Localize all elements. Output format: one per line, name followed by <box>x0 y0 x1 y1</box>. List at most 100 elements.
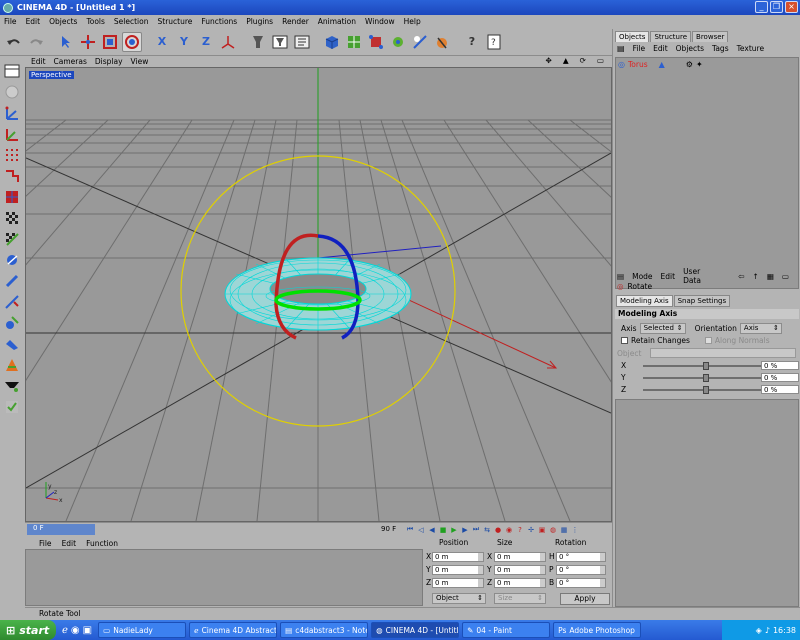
viewport-menu-view[interactable]: View <box>131 57 149 66</box>
select-arrow-icon[interactable] <box>56 32 76 52</box>
size-mode-dropdown[interactable]: Size ⇕ <box>494 593 546 604</box>
maximize-icon[interactable]: ▭ <box>597 56 604 65</box>
tab-snap-settings[interactable]: Snap Settings <box>673 295 731 307</box>
om-menu-texture[interactable]: Texture <box>737 44 764 53</box>
slider-z-knob[interactable] <box>703 386 709 394</box>
array-icon[interactable] <box>366 32 386 52</box>
media-player-icon[interactable]: ◉ <box>71 625 80 636</box>
redo-icon[interactable] <box>26 32 46 52</box>
size-x-field[interactable]: 0 m <box>494 552 546 562</box>
rotate-icon[interactable] <box>122 31 142 52</box>
slider-y-knob[interactable] <box>703 374 709 382</box>
bone-tool-icon[interactable] <box>2 292 22 312</box>
am-menu-userdata[interactable]: User Data <box>683 267 720 285</box>
menu-functions[interactable]: Functions <box>201 17 237 26</box>
viewport-menu-display[interactable]: Display <box>95 57 123 66</box>
rotation-p-field[interactable]: 0 ° <box>556 565 606 575</box>
viewport-perspective[interactable]: y x z Perspective <box>25 67 612 522</box>
polygon-pen-icon[interactable] <box>2 355 22 375</box>
deformer-icon[interactable] <box>432 32 452 52</box>
render-view-icon[interactable] <box>248 32 268 52</box>
up-arrow-icon[interactable]: ↑ <box>753 272 759 281</box>
light-icon[interactable] <box>410 32 430 52</box>
texture-axis-tool-icon[interactable] <box>2 208 22 228</box>
menu-objects[interactable]: Objects <box>49 17 77 26</box>
menu-tools[interactable]: Tools <box>86 17 104 26</box>
previous-frame-icon[interactable]: ◀ <box>427 524 437 535</box>
rotate-view-icon[interactable]: ⟳ <box>580 56 586 65</box>
om-menu-tags[interactable]: Tags <box>712 44 729 53</box>
move-icon[interactable] <box>78 32 98 52</box>
task-button[interactable]: ▤c4dabstract3 - Note... <box>280 622 369 638</box>
render-picture-viewer-icon[interactable] <box>270 32 290 52</box>
object-list[interactable]: ◎ Torus ▲ ⚙ ✦ <box>615 57 799 289</box>
slider-x-field[interactable]: 0 % <box>761 361 799 370</box>
render-settings-icon[interactable] <box>292 32 312 52</box>
apply-button[interactable]: Apply <box>560 593 610 605</box>
slider-x-knob[interactable] <box>703 362 709 370</box>
om-menu-objects[interactable]: Objects <box>676 44 704 53</box>
menu-plugins[interactable]: Plugins <box>246 17 273 26</box>
rotation-b-field[interactable]: 0 ° <box>556 578 606 588</box>
rotation-key-icon[interactable]: ◍ <box>548 524 558 535</box>
list-item[interactable]: ◎ Torus ▲ ⚙ ✦ <box>618 60 703 69</box>
coord-mode-dropdown[interactable]: Object ⇕ <box>432 593 486 604</box>
x-axis-icon[interactable]: X <box>152 32 172 52</box>
volume-icon[interactable]: ♪ <box>765 626 770 635</box>
menu-structure[interactable]: Structure <box>158 17 193 26</box>
subdivision-icon[interactable] <box>344 32 364 52</box>
loop-icon[interactable]: ⇆ <box>482 524 492 535</box>
next-frame-icon[interactable]: ▶ <box>460 524 470 535</box>
network-icon[interactable]: ◈ <box>756 626 762 635</box>
clock[interactable]: 16:38 <box>773 626 796 635</box>
tab-objects[interactable]: Objects <box>615 31 650 42</box>
point-level-icon[interactable]: ⋮ <box>570 524 580 535</box>
texture-tag-icon[interactable]: ⚙ <box>686 60 693 69</box>
viewport-menu-edit[interactable]: Edit <box>31 57 46 66</box>
along-normals-checkbox[interactable] <box>704 337 712 344</box>
make-editable-icon[interactable] <box>2 82 22 102</box>
menu-window[interactable]: Window <box>365 17 395 26</box>
timeline[interactable]: 0 F 90 F ⏮ ◁ ◀ ■ ▶ ▶ ⏭ ⇆ ● ◉ ? ✢ ▣ ◍ ▦ ⋮ <box>25 522 612 536</box>
parameter-key-icon[interactable]: ▦ <box>559 524 569 535</box>
om-menu-file[interactable]: File <box>633 44 646 53</box>
nurbs-icon[interactable] <box>388 32 408 52</box>
use-object-axis-tool-icon[interactable] <box>2 124 22 144</box>
checkmark-tool-icon[interactable] <box>2 397 22 417</box>
menu-render[interactable]: Render <box>282 17 309 26</box>
help-icon[interactable]: ? <box>462 32 482 52</box>
material-menu-function[interactable]: Function <box>86 539 118 548</box>
lock-icon[interactable]: ▦ <box>767 272 774 281</box>
axis-dropdown[interactable]: Selected ⇕ <box>639 323 686 334</box>
task-button[interactable]: ℯ Cinema 4D Abstract... <box>189 622 278 638</box>
task-button[interactable]: ▭ NadieLady <box>98 622 187 638</box>
am-menu-edit[interactable]: Edit <box>661 272 676 281</box>
material-manager-area[interactable] <box>25 549 423 606</box>
solo-icon[interactable] <box>2 334 22 354</box>
slider-y-field[interactable]: 0 % <box>761 373 799 382</box>
move-view-icon[interactable]: ✥ <box>546 56 552 65</box>
points-tool-icon[interactable] <box>2 313 22 333</box>
object-link-field[interactable] <box>650 348 797 358</box>
size-y-field[interactable]: 0 m <box>494 565 546 575</box>
help-key-icon[interactable]: ? <box>515 524 525 535</box>
tab-structure[interactable]: Structure <box>650 31 692 42</box>
material-menu-edit[interactable]: Edit <box>62 539 77 548</box>
sculpt-icon[interactable] <box>2 376 22 396</box>
slider-z-field[interactable]: 0 % <box>761 385 799 394</box>
rotation-h-field[interactable]: 0 ° <box>556 552 606 562</box>
info-icon[interactable]: ? <box>484 32 504 52</box>
scale-key-icon[interactable]: ▣ <box>537 524 547 535</box>
current-frame[interactable]: 0 F <box>27 524 95 535</box>
z-axis-icon[interactable]: Z <box>196 32 216 52</box>
task-button[interactable]: Ps Adobe Photoshop <box>553 622 642 638</box>
size-z-field[interactable]: 0 m <box>494 578 546 588</box>
use-point-tool-icon[interactable] <box>2 145 22 165</box>
position-y-field[interactable]: 0 m <box>432 565 484 575</box>
record-key-icon[interactable]: ◉ <box>504 524 514 535</box>
am-menu-mode[interactable]: Mode <box>632 272 652 281</box>
section-header[interactable]: Modeling Axis <box>615 309 799 319</box>
undo-icon[interactable] <box>4 32 24 52</box>
back-arrow-icon[interactable]: ⇦ <box>738 272 744 281</box>
start-button[interactable]: ⊞ start <box>0 620 56 640</box>
